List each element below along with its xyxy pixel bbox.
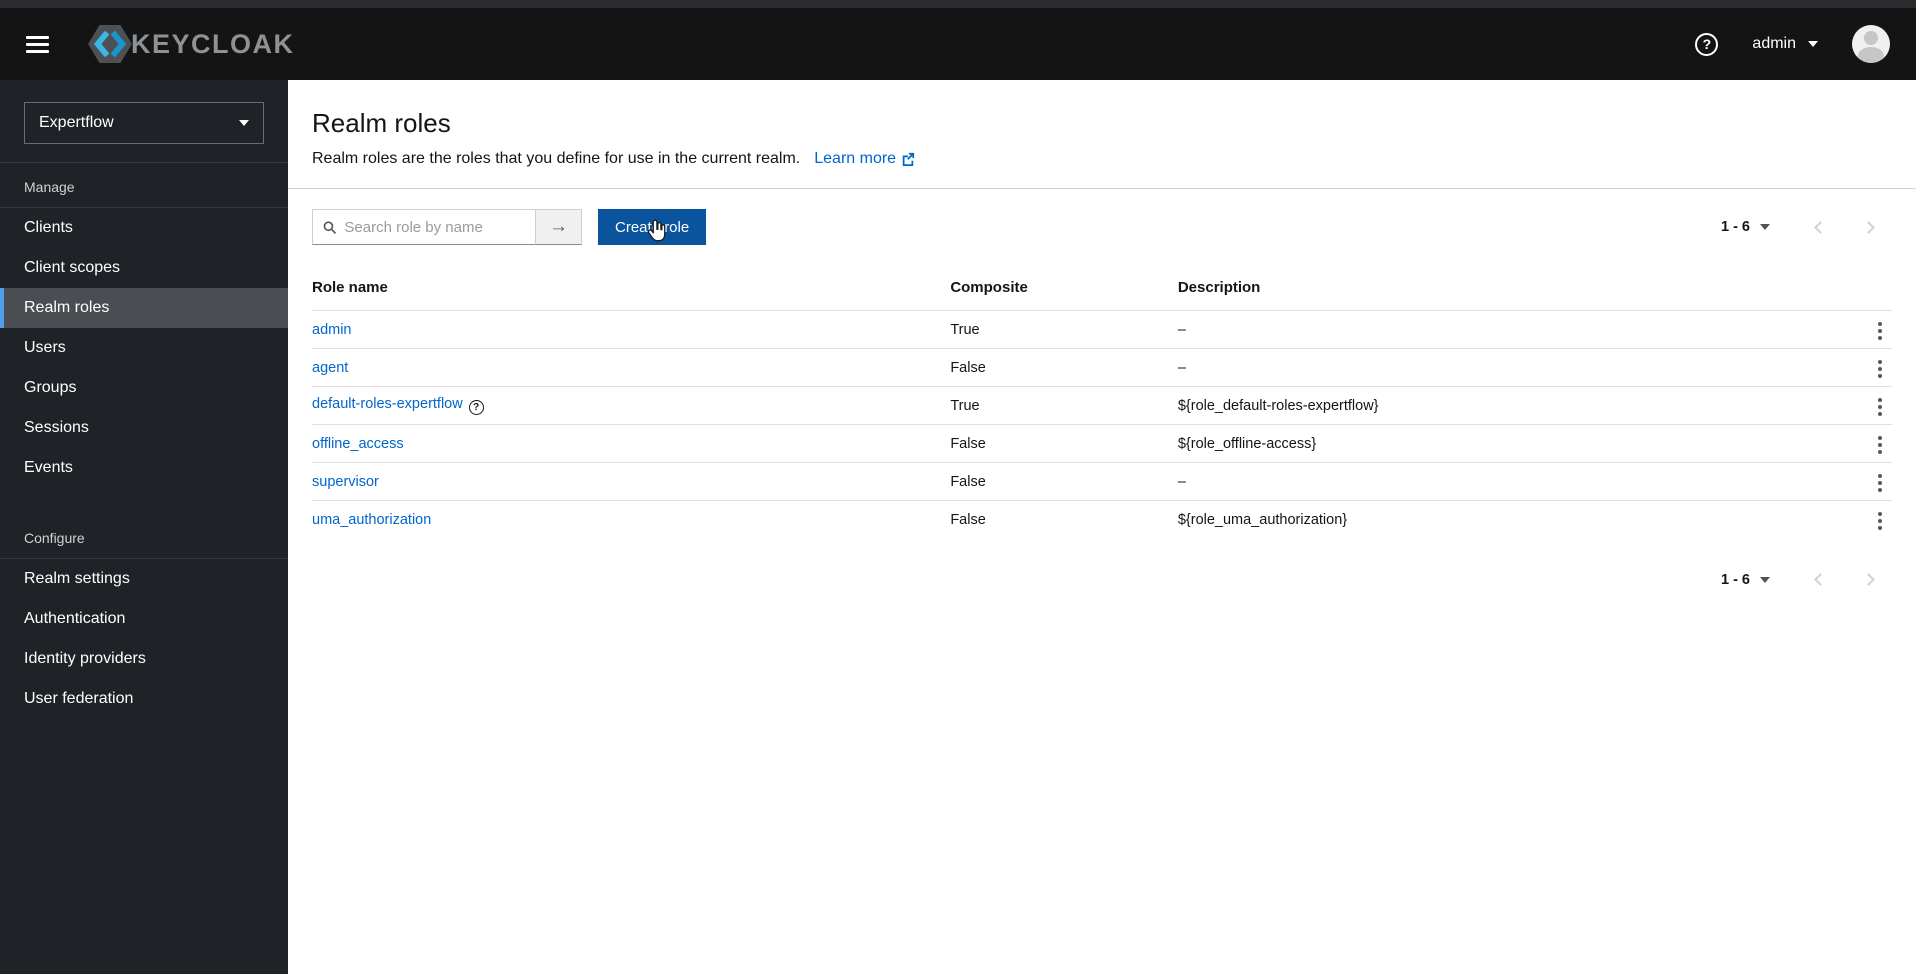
row-kebab-menu[interactable] bbox=[1868, 392, 1892, 422]
composite-value: True bbox=[950, 386, 1178, 425]
user-menu-button[interactable]: admin bbox=[1752, 35, 1818, 53]
composite-value: False bbox=[950, 348, 1178, 387]
row-kebab-menu[interactable] bbox=[1868, 468, 1892, 498]
nav-section-configure-label: Configure bbox=[24, 530, 85, 546]
composite-value: True bbox=[950, 310, 1178, 349]
sidebar-item-groups[interactable]: Groups bbox=[0, 368, 288, 408]
sidebar: Expertflow Manage Clients Client scopes … bbox=[0, 80, 288, 974]
description-value: ${role_uma_authorization} bbox=[1177, 500, 1813, 539]
sidebar-item-authentication[interactable]: Authentication bbox=[0, 599, 288, 639]
window-top-strip bbox=[0, 0, 1916, 8]
learn-more-link[interactable]: Learn more bbox=[814, 150, 915, 168]
column-header-actions bbox=[1813, 271, 1892, 311]
chevron-down-icon bbox=[1808, 41, 1818, 47]
chevron-left-icon bbox=[1813, 573, 1827, 586]
row-kebab-menu[interactable] bbox=[1868, 430, 1892, 460]
row-kebab-menu[interactable] bbox=[1868, 354, 1892, 384]
composite-value: False bbox=[950, 424, 1178, 463]
search-submit-button[interactable]: → bbox=[536, 209, 582, 245]
role-link-agent[interactable]: agent bbox=[312, 360, 348, 376]
role-link-admin[interactable]: admin bbox=[312, 322, 352, 338]
roles-toolbar: → Create role 1 - 6 bbox=[312, 209, 1892, 245]
search-box[interactable] bbox=[312, 209, 536, 245]
create-role-label: Create role bbox=[615, 218, 690, 236]
help-icon[interactable]: ? bbox=[468, 400, 484, 415]
sidebar-item-realm-settings[interactable]: Realm settings bbox=[0, 559, 288, 599]
sidebar-item-events[interactable]: Events bbox=[0, 448, 288, 488]
page-header: Realm roles Realm roles are the roles th… bbox=[288, 80, 1916, 188]
realm-roles-table: Role name Composite Description admin Tr… bbox=[312, 271, 1892, 539]
pagination-range-dropdown[interactable]: 1 - 6 bbox=[1721, 219, 1770, 235]
chevron-down-icon bbox=[1760, 224, 1770, 230]
description-value: ${role_offline-access} bbox=[1177, 424, 1813, 463]
description-value: – bbox=[1177, 462, 1813, 501]
pagination-bottom: 1 - 6 bbox=[1721, 565, 1892, 595]
sidebar-item-identity-providers[interactable]: Identity providers bbox=[0, 639, 288, 679]
table-row: agent False – bbox=[312, 348, 1892, 387]
chevron-right-icon bbox=[1861, 220, 1875, 234]
page-title: Realm roles bbox=[312, 108, 451, 138]
sidebar-item-realm-roles[interactable]: Realm roles bbox=[0, 288, 288, 328]
row-kebab-menu[interactable] bbox=[1868, 506, 1892, 536]
pagination-prev-button[interactable] bbox=[1796, 565, 1844, 595]
table-row: admin True – bbox=[312, 310, 1892, 349]
table-row: uma_authorization False ${role_uma_autho… bbox=[312, 500, 1892, 539]
realm-selector[interactable]: Expertflow bbox=[24, 102, 264, 144]
help-icon[interactable]: ? bbox=[1695, 32, 1719, 56]
pagination-top: 1 - 6 bbox=[1721, 212, 1892, 242]
brand-text: KEYCLOAK bbox=[131, 28, 295, 59]
create-role-button[interactable]: Create role bbox=[598, 209, 707, 245]
pagination-next-button[interactable] bbox=[1844, 565, 1892, 595]
main-content: Realm roles Realm roles are the roles th… bbox=[288, 80, 1916, 974]
table-row: supervisor False – bbox=[312, 462, 1892, 501]
realm-name: Expertflow bbox=[39, 114, 114, 131]
nav-section-manage-label: Manage bbox=[24, 179, 75, 195]
role-link-default-roles[interactable]: default-roles-expertflow bbox=[312, 396, 463, 412]
topbar: KEYCLOAK ? admin bbox=[0, 8, 1916, 80]
external-link-icon bbox=[902, 152, 915, 166]
table-row: default-roles-expertflow? True ${role_de… bbox=[312, 386, 1892, 425]
chevron-down-icon bbox=[239, 120, 249, 126]
pagination-range: 1 - 6 bbox=[1720, 571, 1750, 588]
sidebar-item-clients[interactable]: Clients bbox=[0, 208, 288, 248]
pagination-range-dropdown[interactable]: 1 - 6 bbox=[1721, 572, 1770, 588]
sidebar-item-client-scopes[interactable]: Client scopes bbox=[0, 248, 288, 288]
column-header-description: Description bbox=[1177, 279, 1261, 296]
sidebar-item-users[interactable]: Users bbox=[0, 328, 288, 368]
roles-section: → Create role 1 - 6 bbox=[288, 189, 1916, 615]
keycloak-logo-icon bbox=[88, 24, 132, 64]
role-link-offline-access[interactable]: offline_access bbox=[312, 436, 404, 452]
description-value: ${role_default-roles-expertflow} bbox=[1177, 386, 1813, 425]
column-header-role-name: Role name bbox=[312, 279, 388, 296]
row-kebab-menu[interactable] bbox=[1868, 316, 1892, 346]
hamburger-menu-icon[interactable] bbox=[26, 35, 49, 53]
column-header-composite: Composite bbox=[950, 279, 1028, 296]
table-row: offline_access False ${role_offline-acce… bbox=[312, 424, 1892, 463]
pagination-next-button[interactable] bbox=[1844, 212, 1892, 242]
role-link-supervisor[interactable]: supervisor bbox=[312, 474, 379, 490]
username-label: admin bbox=[1752, 35, 1796, 52]
sidebar-item-sessions[interactable]: Sessions bbox=[0, 408, 288, 448]
table-header-row: Role name Composite Description bbox=[312, 271, 1892, 311]
search-input[interactable] bbox=[344, 218, 525, 236]
pagination-prev-button[interactable] bbox=[1796, 212, 1844, 242]
composite-value: False bbox=[950, 500, 1178, 539]
pagination-range: 1 - 6 bbox=[1720, 219, 1750, 235]
chevron-down-icon bbox=[1760, 576, 1770, 583]
chevron-right-icon bbox=[1861, 573, 1875, 586]
chevron-left-icon bbox=[1813, 220, 1827, 234]
learn-more-label: Learn more bbox=[814, 150, 897, 167]
description-value: – bbox=[1177, 310, 1813, 349]
role-link-uma-authorization[interactable]: uma_authorization bbox=[312, 512, 431, 528]
composite-value: False bbox=[950, 462, 1178, 501]
avatar[interactable] bbox=[1852, 25, 1890, 63]
sidebar-item-user-federation[interactable]: User federation bbox=[0, 679, 288, 719]
description-value: – bbox=[1177, 348, 1813, 387]
search-icon bbox=[323, 220, 337, 234]
page-description: Realm roles are the roles that you defin… bbox=[312, 150, 801, 167]
keycloak-logo: KEYCLOAK bbox=[87, 24, 295, 64]
